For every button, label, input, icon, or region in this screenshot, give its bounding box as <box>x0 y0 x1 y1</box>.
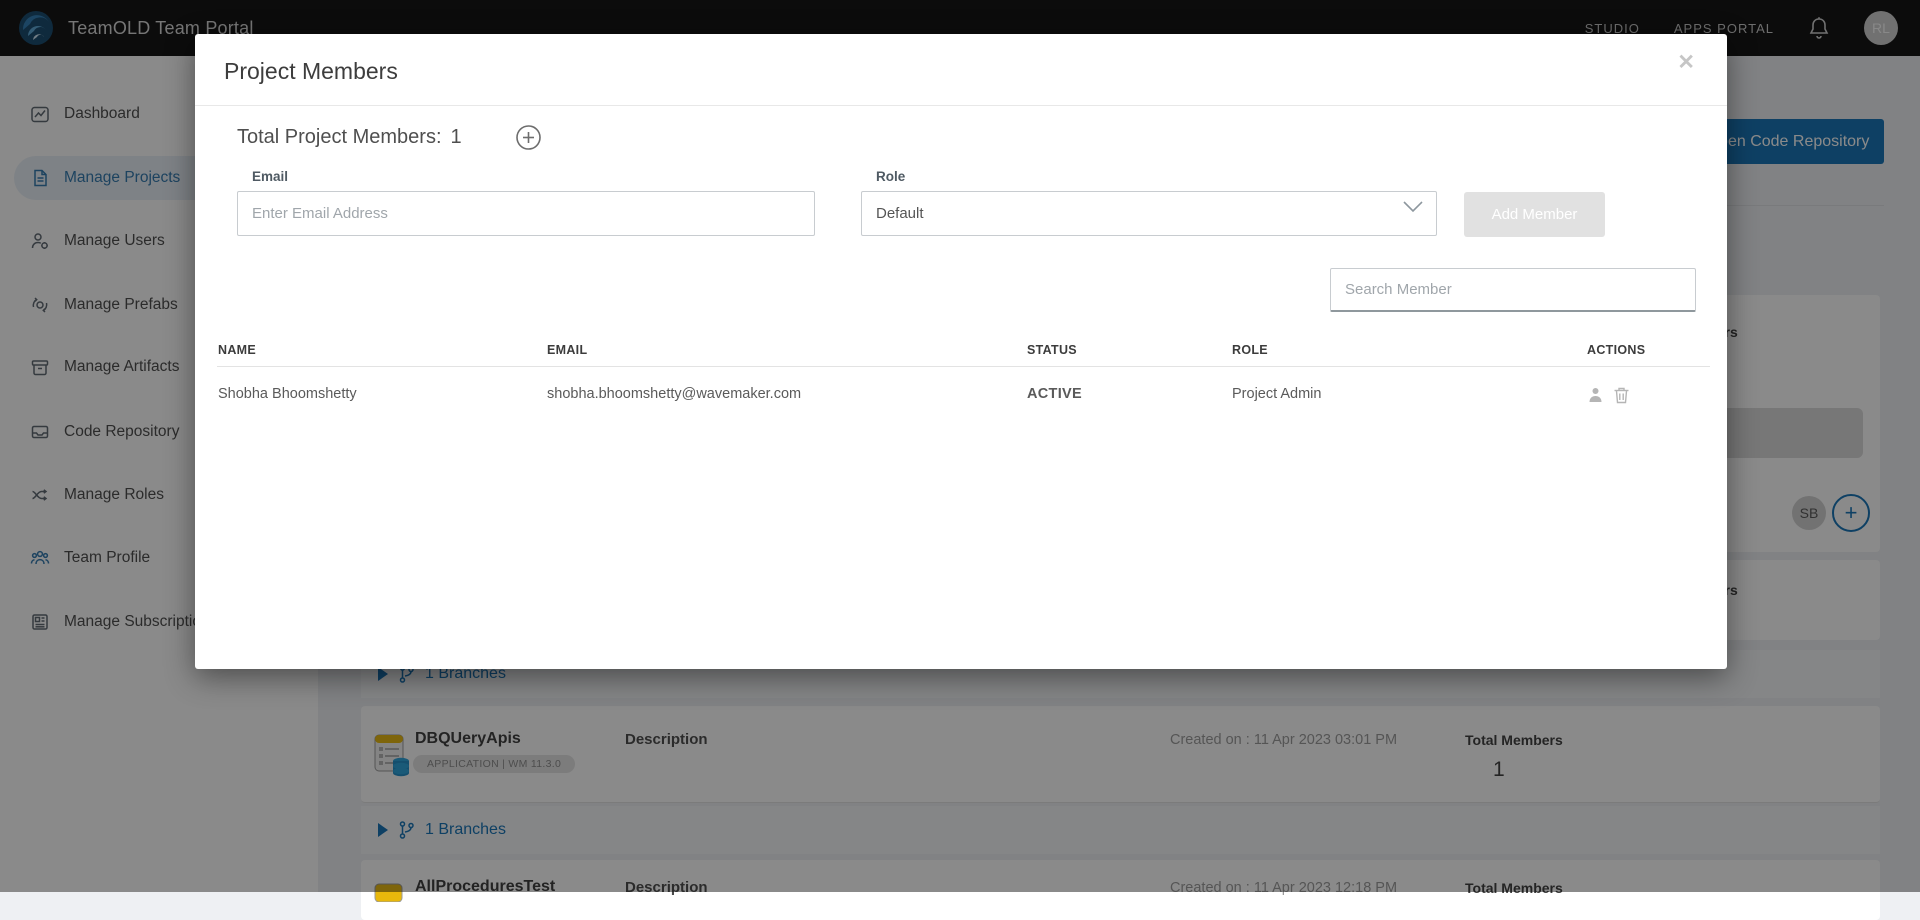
role-label: Role <box>876 169 905 184</box>
member-admin-icon[interactable] <box>1587 386 1604 404</box>
add-member-button[interactable]: Add Member <box>1464 192 1605 237</box>
email-field[interactable] <box>237 191 815 236</box>
modal-header-divider <box>195 105 1727 106</box>
status-badge: ACTIVE <box>1027 386 1082 402</box>
role-selected-value: Default <box>876 205 924 222</box>
search-member-input[interactable] <box>1330 268 1696 312</box>
total-members-label: Total Project Members: <box>237 126 442 149</box>
col-header-actions: ACTIONS <box>1587 343 1645 357</box>
col-header-role: ROLE <box>1232 343 1268 357</box>
member-email: shobha.bhoomshetty@wavemaker.com <box>547 386 801 402</box>
member-role: Project Admin <box>1232 386 1321 402</box>
col-header-email: EMAIL <box>547 343 587 357</box>
email-label: Email <box>252 169 288 184</box>
delete-member-trash-icon[interactable] <box>1613 386 1630 404</box>
row-actions <box>1587 386 1630 404</box>
role-dropdown[interactable]: Default <box>861 191 1437 236</box>
total-members-count: 1 <box>451 126 462 149</box>
chevron-down-icon <box>1402 200 1424 214</box>
table-header-row: NAME EMAIL STATUS ROLE ACTIONS <box>217 339 1710 366</box>
project-members-modal: Project Members ✕ Total Project Members:… <box>195 34 1727 669</box>
table-row: Shobha Bhoomshetty shobha.bhoomshetty@wa… <box>217 366 1710 422</box>
add-member-plus-icon[interactable] <box>515 124 542 151</box>
member-name: Shobha Bhoomshetty <box>218 386 357 402</box>
col-header-status: STATUS <box>1027 343 1077 357</box>
modal-title: Project Members <box>224 58 398 85</box>
close-icon[interactable]: ✕ <box>1677 50 1695 75</box>
members-table: NAME EMAIL STATUS ROLE ACTIONS Shobha Bh… <box>217 339 1710 422</box>
col-header-name: NAME <box>218 343 256 357</box>
